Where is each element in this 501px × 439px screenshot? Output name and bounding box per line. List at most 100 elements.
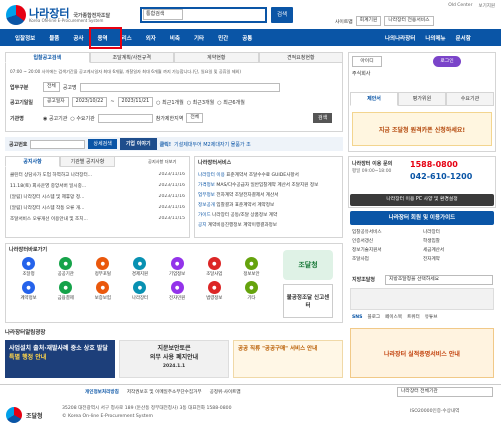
quick-link-item[interactable]: ● 조달사업 [196, 257, 233, 277]
list-item[interactable]: 클린터 상담사가 도업 하역하고 나라장터... 2023/11/16 [10, 172, 185, 178]
footer-copyright[interactable]: 저작권보호 및 이메일주소무단수집거부 [127, 389, 202, 395]
tab-org-notices[interactable]: 기관별 공지사항 [60, 156, 115, 167]
tab-evaluator[interactable]: 평가위원 [398, 92, 446, 106]
nav-item-bid-info[interactable]: 입찰정보 [8, 34, 42, 42]
news-more-link[interactable]: 공지사항 더보기 [148, 159, 176, 165]
service-link[interactable]: 조달사업 [352, 256, 423, 262]
nav-item-common[interactable]: 공통 [235, 34, 259, 42]
tab-contract[interactable]: 계약현황 [174, 52, 259, 63]
nav-my-naramarket[interactable]: 나의나라장터 [385, 34, 415, 42]
list-item[interactable]: 조달서비스 오류개선 이용안내 및 조치... 2023/11/15 [10, 216, 185, 222]
quick-link-item[interactable]: ● 기타 [233, 281, 270, 301]
service-link[interactable]: 전자계약 [423, 256, 494, 262]
promo-banner-3[interactable]: 공공 직류 "공공구매" 서비스 안내 [233, 340, 343, 378]
list-item[interactable]: 11.18(토) 회사운영 중앙서버 일시중... 2023/11/16 [10, 183, 185, 189]
certificate-banner[interactable]: 나라장터 실적증명서비스 안내 [350, 328, 494, 378]
quick-link-item[interactable]: ● 기업정보 [159, 257, 196, 277]
service-link[interactable]: 세금계산서 [423, 247, 494, 253]
quick-link-item[interactable]: ● 정부포털 [84, 257, 121, 277]
quick-link-item[interactable]: ● 조달청 [10, 257, 47, 277]
sns-blog[interactable]: 블로그 [367, 314, 380, 320]
footer-privacy[interactable]: 개인정보처리방침 [85, 389, 119, 395]
quick-link-item[interactable]: ● 나라장터 [121, 281, 158, 301]
footer-sitemap[interactable]: 공정위·사이트맵 [210, 389, 241, 395]
search-scope-select[interactable]: 통합검색 [143, 9, 183, 20]
nav-item-foreign[interactable]: 외자 [139, 34, 163, 42]
service-link[interactable]: 인증서갱신 [352, 238, 423, 244]
bid-name-input[interactable] [79, 82, 280, 92]
pc-setting-button[interactable]: 나라장터 이용 PC 사양 및 환경설정 [350, 194, 494, 206]
quick-link-item[interactable]: ● 금융결제 [47, 281, 84, 301]
quick-link-item[interactable]: ● 정보보안 [233, 257, 270, 277]
tab-proposal[interactable]: 제안서 [350, 92, 398, 106]
tab-bid-search[interactable]: 입찰공고검색 [5, 52, 90, 63]
notice-number-input[interactable] [30, 139, 86, 149]
service-row[interactable]: 업무정보 전자계약 조달전자결제서 계산서 [198, 192, 341, 198]
org-opt-demand[interactable]: ○ 수요기관 [70, 115, 94, 122]
tab-plan[interactable]: 조달계획/사전규격 [89, 52, 174, 63]
nav-docbox[interactable]: 문서함 [456, 34, 471, 42]
old-center-link[interactable]: Old Center [448, 3, 472, 9]
nav-my-menu[interactable]: 나의메뉴 [425, 34, 445, 42]
quick-link-item[interactable]: ● 법령정보 [196, 281, 233, 301]
region-select[interactable]: 지방조달청을 선택하세요 [385, 275, 493, 285]
quick-link-item[interactable]: ● 공공기관 [47, 257, 84, 277]
nav-item-stockpile[interactable]: 비축 [163, 34, 187, 42]
search-button[interactable]: 검색 [271, 7, 293, 23]
biz-select[interactable]: 전체 [43, 82, 60, 92]
tab-demand[interactable]: 수요기관 [446, 92, 494, 106]
org-select[interactable]: 회계기원 [355, 16, 382, 26]
service-row[interactable]: 공지 계약비용진행정보 계약이행결과정보 [198, 222, 341, 228]
service-select[interactable]: 나라장터 전용서비스 [384, 16, 434, 26]
service-row[interactable]: 나라장터 이용 표준계약서 조달수수료 GUIDE사항서 [198, 172, 341, 178]
logo-icon[interactable] [6, 5, 26, 25]
region-select[interactable]: 전체 [186, 113, 204, 123]
period-1m[interactable]: ○ 최근1개월 [156, 99, 184, 106]
guide-button[interactable]: 나라장터 회원 및 이용가이드 [350, 211, 494, 225]
sns-youtube[interactable]: 유튜브 [425, 314, 438, 320]
service-row[interactable]: 가이드 나라장터 공동/조달 상품정보 계약 [198, 212, 341, 218]
service-link[interactable]: 나라장터 [423, 229, 494, 235]
org-opt-notice[interactable]: ◉ 공고기관 [43, 115, 67, 122]
login-button[interactable]: 로그인 [433, 56, 461, 67]
banner-text[interactable]: 기설제대두어 M2제대자기 물품가 조 [174, 141, 284, 148]
footer-org-select[interactable]: 나라장터 전체기관 [397, 387, 493, 397]
nav-item-etc[interactable]: 기타 [187, 34, 211, 42]
quick-link-item[interactable]: ● 계약정보 [10, 281, 47, 301]
banner-click[interactable]: 클릭! [160, 141, 171, 148]
detail-search-button[interactable]: 상세검색 [88, 139, 117, 149]
promo-banner-2[interactable]: 지문보안토큰 의무 사용 폐지안내 2024.1.1 [119, 340, 229, 378]
period-6m[interactable]: ○ 최근6개월 [217, 99, 245, 106]
service-row[interactable]: 가격정보 MAS/다수공급자 일반입찰계약 계산서 조달지원 정보 [198, 182, 341, 188]
unfair-report-center[interactable]: 불공정조달 신고센터 [283, 284, 333, 318]
service-link[interactable]: 입찰공유서비스 [352, 229, 423, 235]
banner-story[interactable]: 기업 이야기 [119, 138, 157, 150]
footer-iso[interactable]: ISO20000인증·수상내역 [410, 408, 459, 414]
quick-link-item[interactable]: ● 보증보험 [84, 281, 121, 301]
quick-link-item[interactable]: ● 경제지원 [121, 257, 158, 277]
nav-item-construction[interactable]: 공사 [66, 34, 90, 42]
org-input[interactable] [97, 113, 153, 123]
quick-link-item[interactable]: ● 전자민원 [159, 281, 196, 301]
bid-search-button[interactable]: 검색 [313, 113, 333, 123]
nav-item-private[interactable]: 민간 [211, 34, 235, 42]
tab-quote[interactable]: 견적요청현황 [258, 52, 343, 63]
date-from[interactable]: 2023/10/22 [71, 97, 108, 107]
date-type-select[interactable]: 공고일자 [43, 97, 69, 107]
cert-banner[interactable]: 지금 조달청 원격카폰 신청하세요! [352, 112, 492, 146]
date-to[interactable]: 2023/11/21 [117, 97, 154, 107]
sns-facebook[interactable]: 페이스북 [385, 314, 402, 320]
service-row[interactable]: 정보공개 입찰결과 표준계약서 계약정보 [198, 202, 341, 208]
service-link[interactable]: 정보기술지원서 [352, 247, 423, 253]
accessibility-link[interactable]: 보기지원 [478, 3, 495, 9]
service-link[interactable]: 학생입찰 [423, 238, 494, 244]
period-3m[interactable]: ○ 최근3개월 [187, 99, 215, 106]
list-item[interactable]: [알림] 나라장터 시스템 및 제휴망 정... 2023/11/16 [10, 194, 185, 200]
promo-banner-1[interactable]: 사업설치 출처·재발사례 중소 상호 발달 특별 행정 안내 [5, 340, 115, 378]
nav-item-goods[interactable]: 물품 [42, 34, 66, 42]
list-item[interactable]: [알림] 나라장터 시스템 작동 오류 개... 2023/11/16 [10, 205, 185, 211]
mascot-banner[interactable]: 조달청 [283, 250, 333, 280]
sns-twitter[interactable]: 트위터 [407, 314, 420, 320]
tab-notices[interactable]: 공지사항 [5, 156, 60, 167]
side-banner[interactable] [350, 288, 494, 310]
